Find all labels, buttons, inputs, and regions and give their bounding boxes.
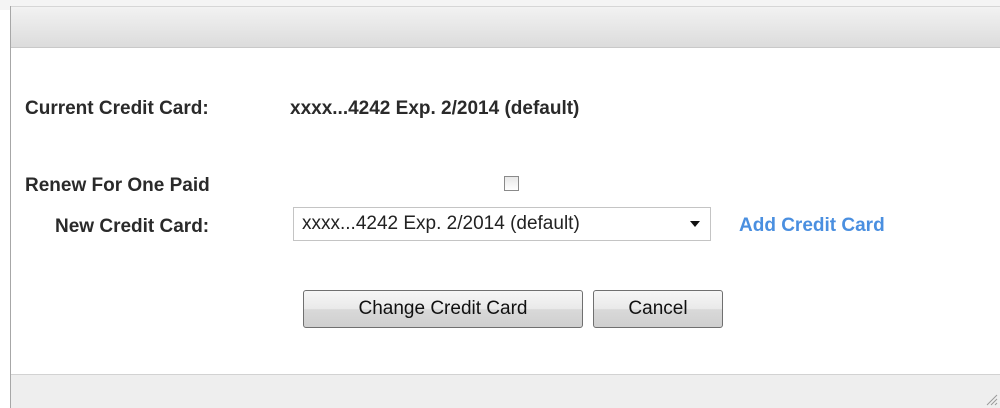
renew-label: Renew For One Paid bbox=[25, 175, 210, 196]
background-page-element bbox=[160, 0, 300, 5]
cancel-button[interactable]: Cancel bbox=[593, 290, 723, 328]
resize-grip-icon[interactable] bbox=[984, 392, 998, 406]
current-card-value: xxxx...4242 Exp. 2/2014 (default) bbox=[290, 98, 580, 119]
renew-checkbox[interactable] bbox=[504, 176, 519, 191]
current-card-label: Current Credit Card: bbox=[25, 98, 209, 119]
chevron-down-icon bbox=[690, 221, 700, 227]
dialog-titlebar[interactable] bbox=[11, 6, 1000, 48]
new-card-select-value: xxxx...4242 Exp. 2/2014 (default) bbox=[302, 213, 580, 234]
dialog-footer bbox=[11, 374, 1000, 408]
change-credit-card-dialog: Current Credit Card: xxxx...4242 Exp. 2/… bbox=[10, 6, 1000, 408]
dialog-content: Current Credit Card: xxxx...4242 Exp. 2/… bbox=[11, 48, 1000, 374]
add-credit-card-link[interactable]: Add Credit Card bbox=[739, 215, 885, 237]
new-card-label: New Credit Card: bbox=[55, 216, 210, 237]
change-credit-card-button[interactable]: Change Credit Card bbox=[303, 290, 583, 328]
new-card-select[interactable]: xxxx...4242 Exp. 2/2014 (default) bbox=[293, 207, 711, 241]
background-page-element bbox=[600, 0, 710, 5]
